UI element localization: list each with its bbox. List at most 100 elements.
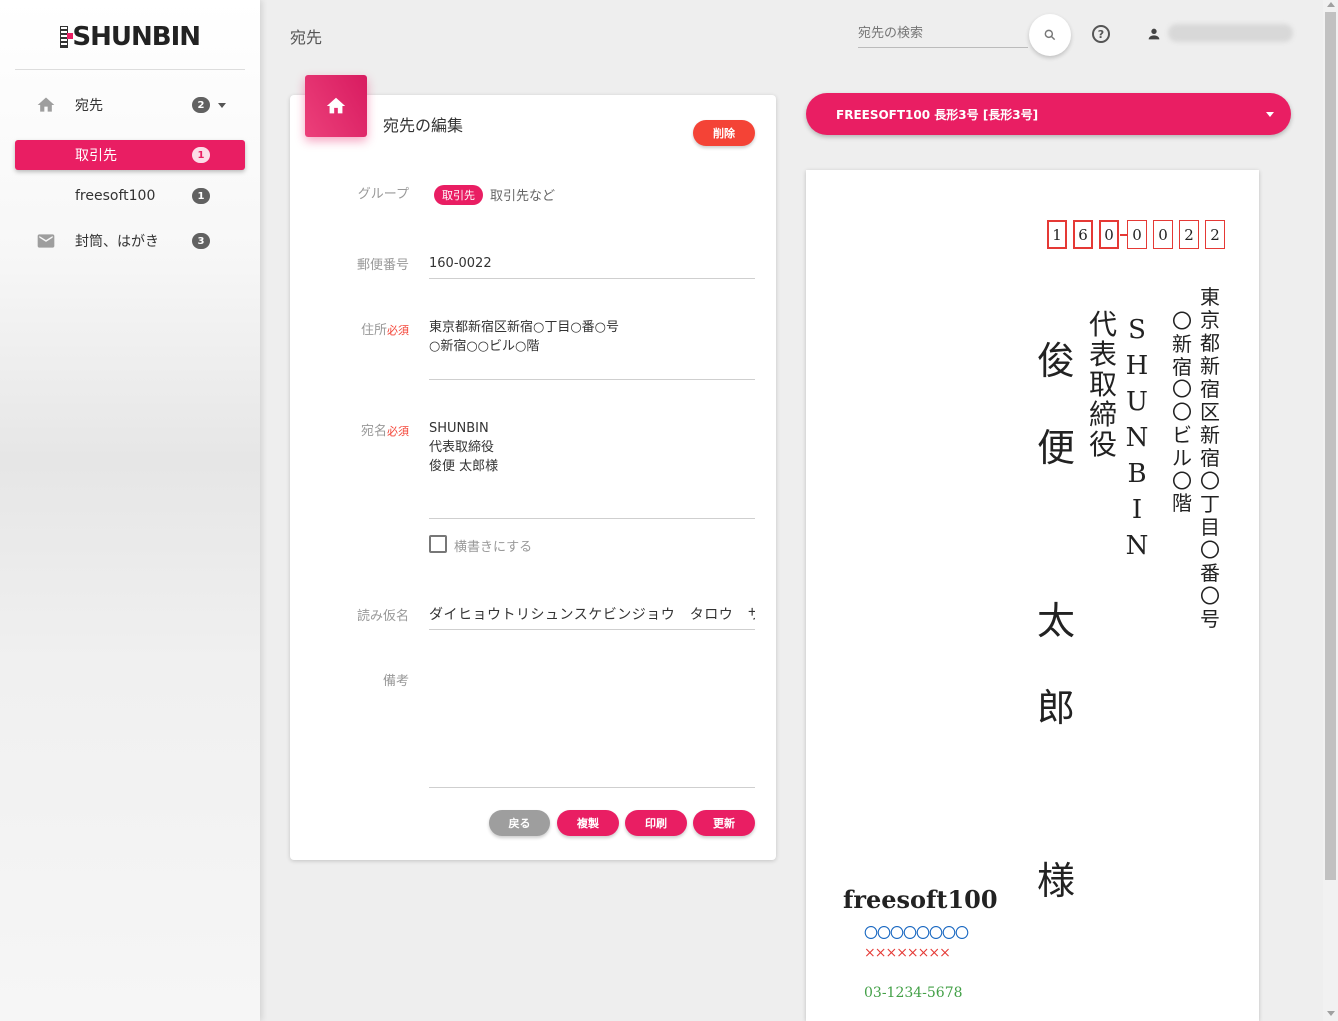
user-icon[interactable] [1146, 26, 1162, 42]
vertical-char: 〇 [1200, 469, 1220, 493]
zip-digit: 0 [1127, 220, 1147, 249]
vertical-char: 新 [1200, 423, 1220, 447]
name-label-text: 宛名 [360, 424, 387, 439]
back-button[interactable]: 戻る [489, 810, 550, 836]
address-label-text: 住所 [360, 323, 387, 338]
search-input[interactable] [858, 22, 1023, 45]
vertical-char: 取 [1088, 368, 1117, 401]
title-vertical: 代表取締役 [1086, 310, 1120, 460]
vertical-char: 役 [1088, 428, 1117, 461]
scroll-up-icon[interactable] [1327, 2, 1335, 7]
vertical-char: 郎 [1036, 686, 1075, 730]
group-description: 取引先など [490, 189, 556, 204]
company-vertical: SHUNBIN [1122, 312, 1152, 564]
address-label: 住所必須 [289, 319, 409, 338]
help-icon[interactable]: ? [1092, 25, 1110, 43]
mail-icon [37, 234, 55, 248]
zip-digit: 0 [1153, 220, 1173, 249]
name-label: 宛名必須 [289, 420, 409, 439]
count-badge: 2 [192, 97, 210, 113]
vertical-char: 代 [1088, 308, 1117, 341]
vertical-char: I [1131, 495, 1143, 525]
name-textarea[interactable]: SHUNBIN 代表取締役 俊便 太郎様 [429, 419, 755, 476]
address-line-1: 東京都新宿区新宿○丁目○番○号 [429, 320, 620, 335]
chevron-down-icon[interactable] [218, 103, 226, 108]
vertical-char: 様 [1036, 859, 1075, 903]
sender-tel: 03-1234-5678 [864, 985, 963, 1001]
sidebar-divider [15, 69, 245, 70]
delete-button[interactable]: 削除 [693, 120, 755, 146]
sidebar-item-label: 封筒、はがき [75, 234, 159, 250]
sender-line-2: ×××××××× [864, 945, 951, 961]
count-badge: 1 [192, 147, 210, 163]
sidebar-item-label: 宛先 [75, 98, 103, 114]
vertical-char: 京 [1200, 308, 1220, 332]
address-underline [429, 379, 755, 380]
update-button[interactable]: 更新 [693, 810, 755, 836]
horizontal-checkbox[interactable] [429, 535, 447, 553]
chevron-down-icon [1266, 112, 1274, 117]
name-line-1: SHUNBIN [429, 421, 489, 436]
app-logo[interactable]: SHUNBIN [60, 22, 201, 52]
envelope-select[interactable]: FREESOFT100 長形3号 [長形3号] [806, 93, 1291, 135]
zip-digit: 2 [1205, 220, 1225, 249]
zip-dash [1120, 234, 1127, 236]
recipient-vertical: 俊便 太郎 様 [1034, 340, 1078, 947]
sidebar-item-clients[interactable]: 取引先 1 [15, 140, 245, 170]
envelope-select-value: FREESOFT100 長形3号 [長形3号] [836, 107, 1039, 122]
home-icon [326, 97, 346, 114]
vertical-char: 締 [1088, 398, 1117, 431]
postal-input[interactable]: 160-0022 [429, 254, 755, 273]
sidebar-item-label: 取引先 [75, 148, 117, 164]
vertical-char [1050, 514, 1062, 556]
vertical-char: 都 [1200, 331, 1220, 355]
vertical-char: 宿 [1172, 354, 1192, 379]
logo-mark-icon [60, 26, 74, 48]
note-textarea[interactable] [429, 670, 755, 780]
print-button[interactable]: 印刷 [625, 810, 687, 836]
vertical-char: 〇 [1200, 584, 1220, 608]
note-label: 備考 [382, 674, 409, 689]
vertical-char: N [1125, 423, 1149, 453]
sidebar-item-freesoft100[interactable]: freesoft100 1 [15, 181, 245, 211]
vertical-char: 太 [1036, 599, 1075, 643]
vertical-char: S [1128, 315, 1146, 345]
vertical-char: 〇 [1200, 538, 1220, 562]
name-line-2: 代表取締役 [429, 440, 495, 455]
copy-button[interactable]: 複製 [557, 810, 619, 836]
sender-name: freesoft100 [843, 885, 998, 914]
scroll-down-icon[interactable] [1327, 1011, 1335, 1016]
vertical-char: ビ [1172, 422, 1192, 447]
zip-digit: 6 [1073, 220, 1093, 249]
sidebar: SHUNBIN 宛先 2 取引先 1 freesoft100 1 封筒、はがき … [0, 0, 260, 1021]
scrollbar-thumb[interactable] [1325, 12, 1336, 880]
vertical-char: 新 [1172, 331, 1192, 356]
name-line-3: 俊便 太郎様 [429, 459, 499, 474]
sidebar-item-addresses[interactable]: 宛先 2 [15, 90, 245, 120]
vertical-char: 階 [1172, 491, 1192, 516]
name-underline [429, 518, 755, 519]
logo-text: SHUNBIN [72, 22, 201, 52]
page-title: 宛先 [290, 28, 323, 47]
card-header-badge [305, 75, 367, 137]
postal-underline [429, 278, 755, 279]
search-button[interactable] [1029, 14, 1071, 56]
vertical-char: 〇 [1172, 468, 1192, 493]
address-vertical-line-1: 東京都新宿区新宿〇丁目〇番〇号 [1198, 286, 1222, 631]
search-field[interactable] [858, 22, 1028, 48]
search-icon [1044, 29, 1056, 41]
kana-input[interactable]: ダイヒョウトリシュンスケビンジョウ タロウ サマ [429, 604, 755, 624]
vertical-char: 東 [1200, 285, 1220, 309]
address-textarea[interactable]: 東京都新宿区新宿○丁目○番○号 ○新宿○○ビル○階 [429, 318, 755, 356]
horizontal-checkbox-label[interactable]: 横書きにする [454, 536, 532, 555]
vertical-char: 〇 [1172, 400, 1192, 425]
group-chip[interactable]: 取引先 [434, 185, 483, 205]
sidebar-item-envelopes[interactable]: 封筒、はがき 3 [15, 226, 245, 256]
vertical-char: 号 [1200, 607, 1220, 631]
count-badge: 1 [192, 188, 210, 204]
sender-line-1: 〇〇〇〇〇〇〇〇 [864, 926, 969, 942]
vertical-char: 〇 [1172, 309, 1192, 333]
kana-underline [429, 629, 755, 630]
vertical-char: 新 [1200, 354, 1220, 378]
user-account-name[interactable] [1168, 24, 1293, 42]
